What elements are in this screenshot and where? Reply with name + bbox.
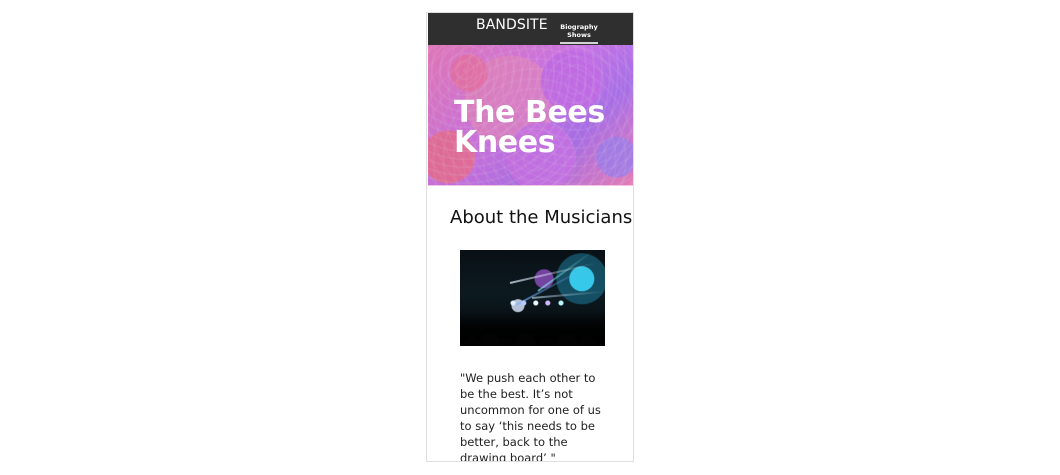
- light-beam: [537, 250, 594, 292]
- brand-logo[interactable]: BANDSITE: [476, 17, 548, 33]
- concert-photo: [460, 250, 605, 346]
- nav-link-shows[interactable]: Shows: [560, 31, 598, 39]
- hero-divider: [428, 185, 633, 186]
- mobile-site-preview: BANDSITE Biography Shows The Bees Knees …: [426, 12, 634, 462]
- active-nav-indicator: [560, 42, 598, 44]
- nav-links: Biography Shows: [560, 23, 598, 39]
- nav-link-biography[interactable]: Biography: [560, 23, 598, 31]
- top-navigation: BANDSITE Biography Shows: [428, 13, 633, 45]
- musician-quote: "We push each other to be the best. It’s…: [460, 371, 601, 462]
- hero-banner: The Bees Knees: [428, 45, 633, 185]
- stage-lights: [507, 294, 567, 312]
- crowd-silhouette: [460, 311, 605, 346]
- about-section-title: About the Musicians: [450, 207, 633, 228]
- hero-title: The Bees Knees: [454, 95, 605, 160]
